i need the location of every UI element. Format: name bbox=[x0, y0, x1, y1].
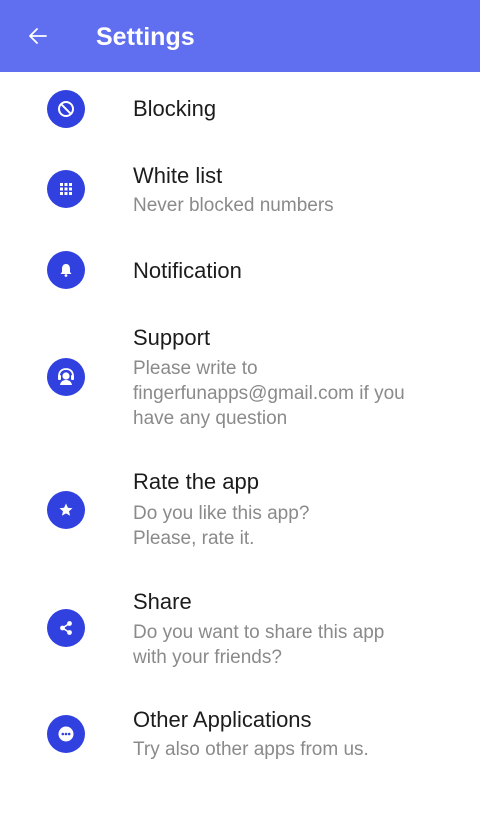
settings-item-subtitle-line: with your friends? bbox=[133, 647, 282, 668]
settings-item-title: Blocking bbox=[133, 96, 217, 121]
settings-item-subtitle-line: Please, rate it. bbox=[133, 528, 255, 549]
settings-item-subtitle: Try also other apps from us. bbox=[133, 739, 369, 760]
settings-item-subtitle-line: Do you like this app? bbox=[133, 503, 310, 524]
settings-item-title: Rate the app bbox=[133, 469, 259, 494]
settings-item-subtitle-line: Please write to bbox=[133, 358, 258, 379]
share-icon bbox=[47, 609, 85, 647]
star-icon bbox=[47, 491, 85, 529]
settings-item-white-list[interactable]: White list Never blocked numbers bbox=[0, 150, 480, 240]
bell-icon bbox=[47, 251, 85, 289]
settings-item-title: Other Applications bbox=[133, 707, 312, 732]
settings-item-support[interactable]: Support Please write to fingerfunapps@gm… bbox=[0, 312, 480, 438]
arrow-left-icon bbox=[29, 28, 47, 44]
settings-item-title: White list bbox=[133, 163, 223, 188]
app-bar: Settings bbox=[0, 0, 480, 72]
dialpad-icon bbox=[47, 170, 85, 208]
settings-item-subtitle-line: have any question bbox=[133, 408, 288, 429]
settings-item-title: Support bbox=[133, 325, 211, 350]
settings-item-title: Notification bbox=[133, 258, 242, 283]
page-title: Settings bbox=[96, 23, 195, 51]
settings-item-subtitle: Never blocked numbers bbox=[133, 195, 334, 216]
settings-item-rate-the-app[interactable]: Rate the app Do you like this app? Pleas… bbox=[0, 456, 480, 566]
settings-item-blocking[interactable]: Blocking bbox=[0, 72, 480, 150]
back-button[interactable] bbox=[24, 22, 52, 50]
support-agent-icon bbox=[47, 358, 85, 396]
more-icon bbox=[47, 715, 85, 753]
settings-item-share[interactable]: Share Do you want to share this app with… bbox=[0, 576, 480, 686]
settings-item-subtitle-line: Do you want to share this app bbox=[133, 622, 385, 643]
settings-item-subtitle-line: fingerfunapps@gmail.com if you bbox=[133, 383, 405, 404]
settings-item-title: Share bbox=[133, 589, 192, 614]
block-icon bbox=[47, 90, 85, 128]
settings-item-notification[interactable]: Notification bbox=[0, 240, 480, 308]
settings-item-other-applications[interactable]: Other Applications Try also other apps f… bbox=[0, 696, 480, 786]
